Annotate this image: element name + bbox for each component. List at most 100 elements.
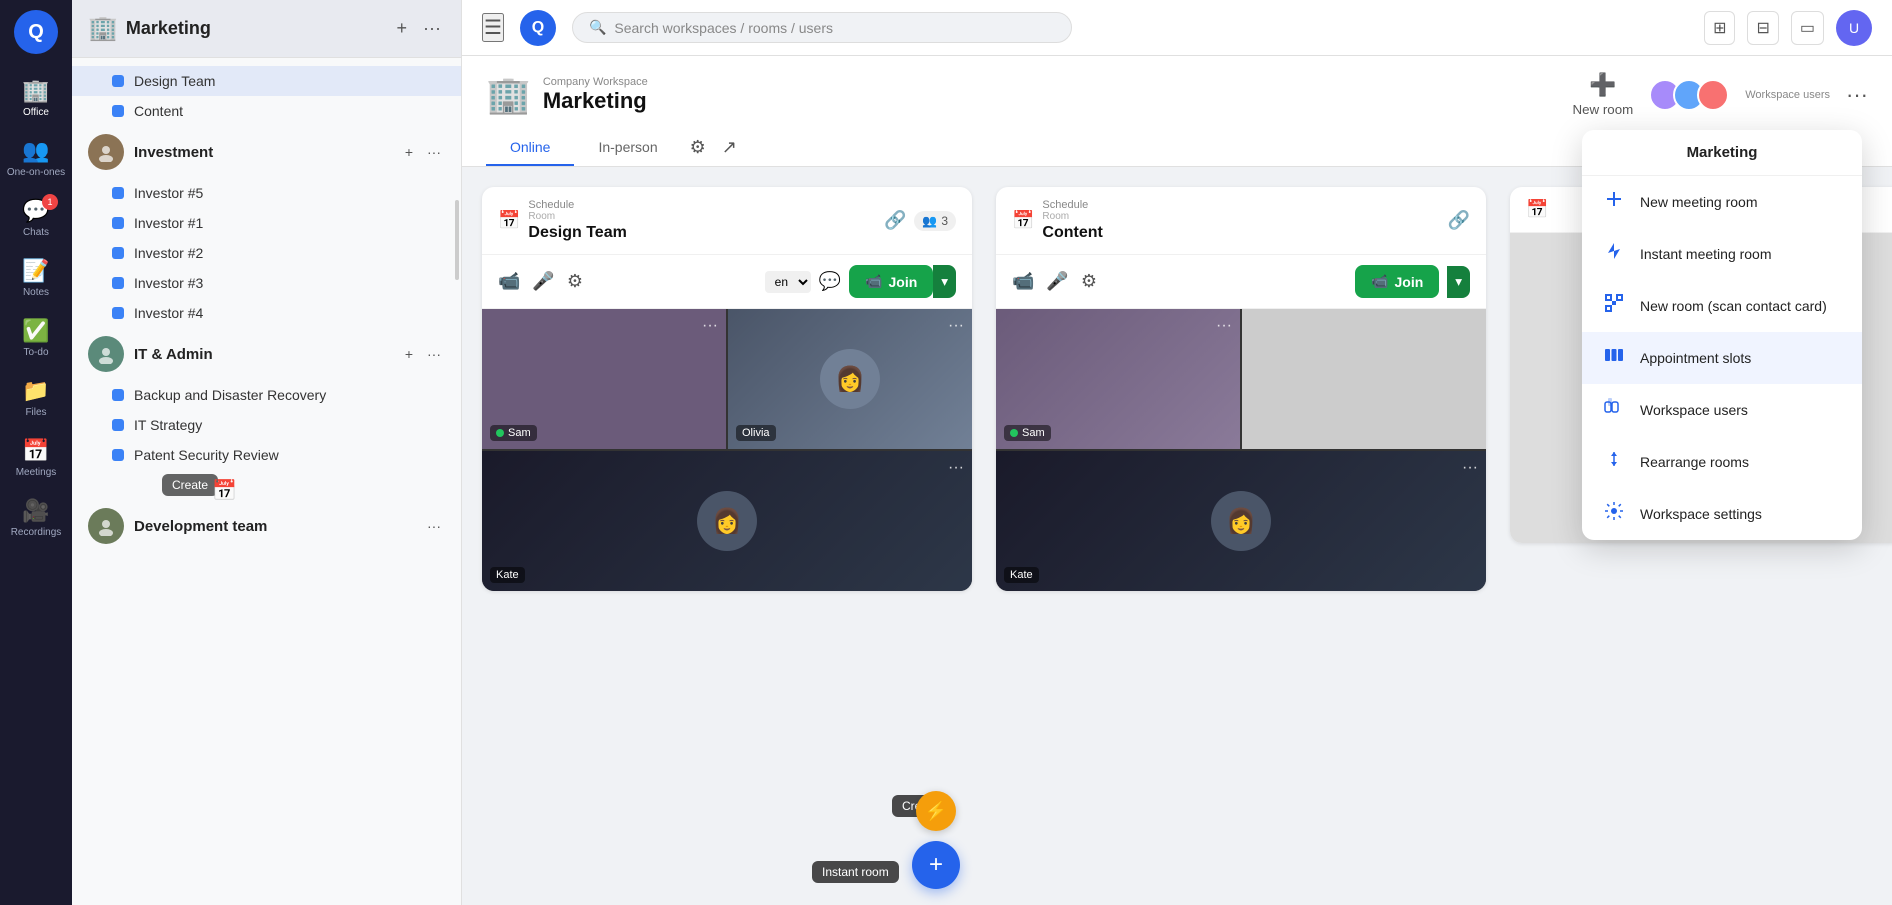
create-calendar-icon[interactable]: 📅 xyxy=(212,478,237,503)
room-item-patent-security-review[interactable]: Patent Security Review xyxy=(72,440,461,470)
dropdown-item-new-meeting[interactable]: New meeting room xyxy=(1582,176,1862,228)
room-name: Investor #1 xyxy=(134,215,203,231)
group-avatar xyxy=(88,508,124,544)
sidebar-item-files[interactable]: 📁 Files xyxy=(6,368,66,428)
tab-in-person[interactable]: In-person xyxy=(574,129,681,166)
dropdown-item-instant[interactable]: Instant meeting room xyxy=(1582,228,1862,280)
group-name: Development team xyxy=(134,518,413,535)
sidebar-icon-meetings: 📅 xyxy=(22,438,49,464)
workspace-users-group[interactable] xyxy=(1649,79,1729,111)
join-button-1[interactable]: 📹 Join xyxy=(849,265,933,298)
room-item-backup-and-disaster-recovery[interactable]: Backup and Disaster Recovery xyxy=(72,380,461,410)
single-view-button[interactable]: ▭ xyxy=(1791,11,1824,45)
user-avatar-topbar[interactable]: U xyxy=(1836,10,1872,46)
video-button-2[interactable]: 📹 xyxy=(1012,271,1034,292)
rearrange-icon xyxy=(1602,449,1626,475)
dropdown-item-appointment[interactable]: Appointment slots xyxy=(1582,332,1862,384)
scrollbar[interactable] xyxy=(455,200,459,280)
room-item-investor-#1[interactable]: Investor #1 xyxy=(72,208,461,238)
add-workspace-button[interactable]: + xyxy=(393,14,412,43)
sidebar-item-notes[interactable]: 📝 Notes xyxy=(6,248,66,308)
video-menu-sam-2[interactable]: ··· xyxy=(1216,317,1232,335)
group-more-btn[interactable]: ··· xyxy=(423,140,445,164)
fab-instant-button[interactable]: ⚡ xyxy=(916,791,956,831)
group-header-development-team[interactable]: Development team ··· xyxy=(72,500,461,552)
dropdown-item-workspace-users[interactable]: Workspace users xyxy=(1582,384,1862,436)
grid-view-button[interactable]: ⊞ xyxy=(1704,11,1735,45)
room-header-right-2: 🔗 xyxy=(1448,210,1470,231)
video-cell-sam: Sam ··· xyxy=(482,309,726,449)
mic-button-2[interactable]: 🎤 xyxy=(1046,271,1068,292)
settings-button-2[interactable]: ⚙ xyxy=(1081,271,1097,292)
settings-button-1[interactable]: ⚙ xyxy=(567,271,583,292)
schedule-label-1: Schedule xyxy=(528,199,626,211)
group-more-btn[interactable]: ··· xyxy=(423,514,445,538)
room-card-content: 📅 Schedule Room Content 🔗 📹 🎤 xyxy=(996,187,1486,591)
room-dot xyxy=(112,187,124,199)
share-button-2[interactable]: 🔗 xyxy=(1448,210,1470,231)
group-actions: + ··· xyxy=(401,342,445,366)
room-item-investor-#4[interactable]: Investor #4 xyxy=(72,298,461,328)
room-name: Patent Security Review xyxy=(134,447,279,463)
video-menu-kate-2[interactable]: ··· xyxy=(1462,459,1478,477)
group-add-btn[interactable]: + xyxy=(401,140,417,164)
split-view-button[interactable]: ⊟ xyxy=(1747,11,1778,45)
room-item-design-team[interactable]: Design Team xyxy=(72,66,461,96)
video-button-1[interactable]: 📹 xyxy=(498,271,520,292)
video-menu-olivia[interactable]: ··· xyxy=(948,317,964,335)
online-dot-sam xyxy=(496,429,504,437)
sidebar-item-to-do[interactable]: ✅ To-do xyxy=(6,308,66,368)
room-item-investor-#2[interactable]: Investor #2 xyxy=(72,238,461,268)
app-logo: Q xyxy=(14,10,58,54)
language-select-1[interactable]: en xyxy=(765,271,811,293)
dropdown-item-rearrange[interactable]: Rearrange rooms xyxy=(1582,436,1862,488)
content-more-button[interactable]: ··· xyxy=(1846,82,1868,108)
group-more-btn[interactable]: ··· xyxy=(423,342,445,366)
join-arrow-button-1[interactable]: ▾ xyxy=(933,265,956,298)
fab-main-button[interactable]: + xyxy=(912,841,960,889)
video-menu-kate[interactable]: ··· xyxy=(948,459,964,477)
group-actions: ··· xyxy=(423,514,445,538)
share-button-1[interactable]: 🔗 xyxy=(884,210,906,231)
video-menu-sam[interactable]: ··· xyxy=(702,317,718,335)
room-item-content[interactable]: Content xyxy=(72,96,461,126)
dropdown-item-label-new-meeting: New meeting room xyxy=(1640,194,1758,210)
hamburger-menu[interactable]: ☰ xyxy=(482,13,504,42)
tab-online[interactable]: Online xyxy=(486,129,574,166)
dropdown-item-settings[interactable]: Workspace settings xyxy=(1582,488,1862,540)
content-header-left: 🏢 Company Workspace Marketing xyxy=(486,74,648,116)
mic-button-1[interactable]: 🎤 xyxy=(532,271,554,292)
caption-button-1[interactable]: 💬 xyxy=(819,271,841,292)
sidebar-item-recordings[interactable]: 🎥 Recordings xyxy=(6,488,66,548)
room-item-it-strategy[interactable]: IT Strategy xyxy=(72,410,461,440)
content-workspace-name: Marketing xyxy=(543,88,648,114)
room-item-investor-#3[interactable]: Investor #3 xyxy=(72,268,461,298)
new-room-label: New room xyxy=(1573,102,1634,117)
tab-settings-icon[interactable]: ⚙ xyxy=(682,129,714,166)
search-bar[interactable]: 🔍 Search workspaces / rooms / users xyxy=(572,12,1072,43)
group-header-it-&-admin[interactable]: IT & Admin + ··· xyxy=(72,328,461,380)
sidebar-item-meetings[interactable]: 📅 Meetings xyxy=(6,428,66,488)
sidebar-item-chats[interactable]: 💬 Chats 1 xyxy=(6,188,66,248)
room-name: Investor #3 xyxy=(134,275,203,291)
tab-external-link-icon[interactable]: ↗ xyxy=(714,129,745,166)
group-add-btn[interactable]: + xyxy=(401,342,417,366)
group-header-investment[interactable]: Investment + ··· xyxy=(72,126,461,178)
room-item-investor-#5[interactable]: Investor #5 xyxy=(72,178,461,208)
attendee-number-1: 3 xyxy=(941,214,948,228)
badge-chats: 1 xyxy=(42,194,58,210)
sidebar-item-office[interactable]: 🏢 Office xyxy=(6,68,66,128)
workspace-more-button[interactable]: ··· xyxy=(419,14,445,43)
sidebar-item-one-on-ones[interactable]: 👥 One-on-ones xyxy=(6,128,66,188)
group-avatar xyxy=(88,336,124,372)
dropdown-item-scan[interactable]: New room (scan contact card) xyxy=(1582,280,1862,332)
room-name: Investor #4 xyxy=(134,305,203,321)
room-card-title-2: Content xyxy=(1042,224,1102,242)
video-participant-sam-2: Sam xyxy=(1004,425,1051,441)
join-button-2[interactable]: 📹 Join xyxy=(1355,265,1439,298)
video-participant-olivia: Olivia xyxy=(736,425,776,441)
new-room-button[interactable]: ➕ New room xyxy=(1573,72,1634,117)
new-room-icon: ➕ xyxy=(1589,72,1616,98)
scan-icon xyxy=(1602,293,1626,319)
join-arrow-button-2[interactable]: ▾ xyxy=(1447,266,1470,298)
